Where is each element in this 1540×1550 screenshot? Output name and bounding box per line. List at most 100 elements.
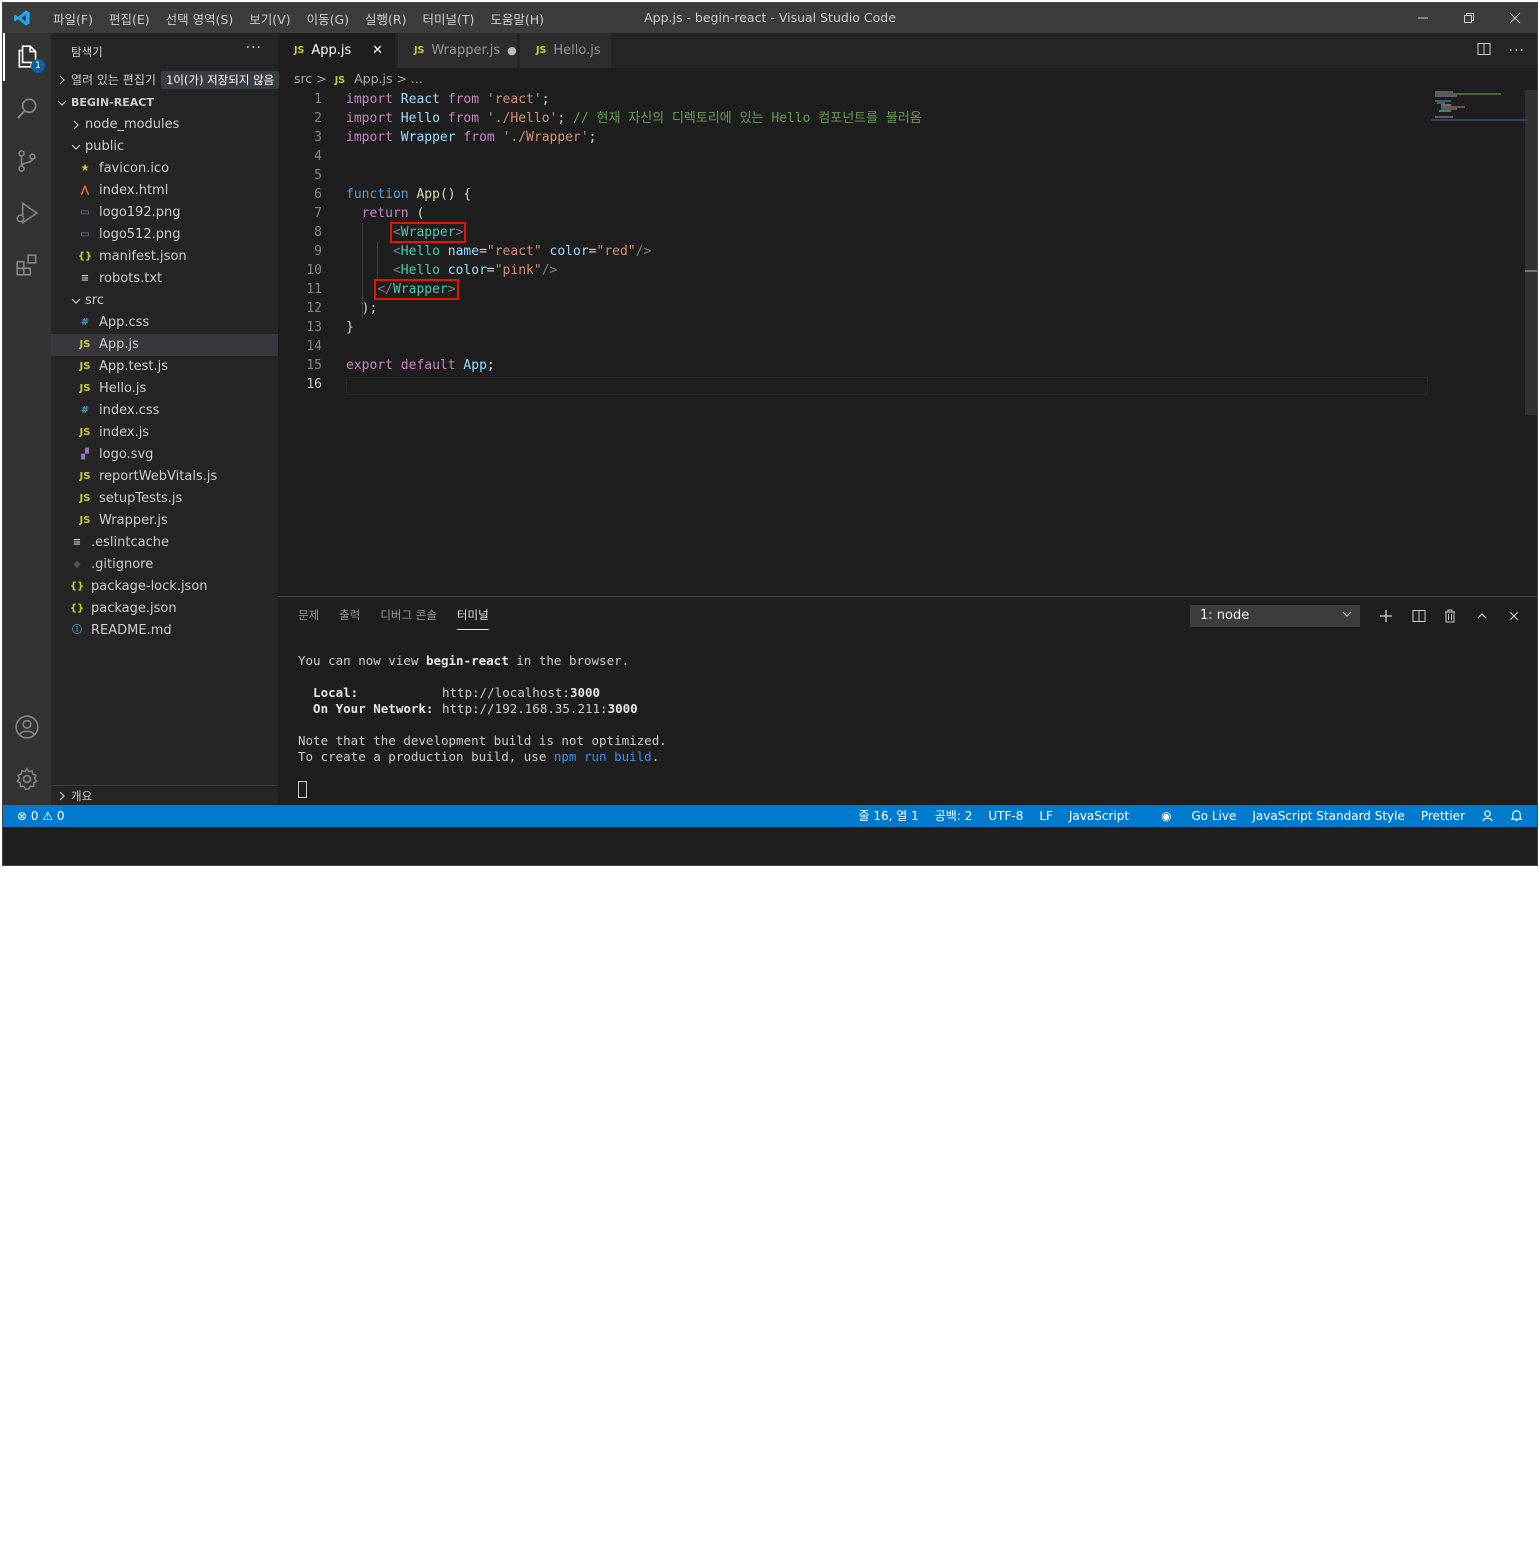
trash-icon (1445, 609, 1455, 623)
close-panel-button[interactable] (1503, 605, 1525, 627)
code-line-1: import React from 'react'; (346, 92, 550, 107)
go-live-button[interactable]: ◉ Go Live (1145, 805, 1236, 827)
tree-folder[interactable]: src (51, 290, 278, 312)
manage-activity[interactable] (3, 755, 51, 803)
cursor-position[interactable]: 줄 16, 열 1 (859, 805, 919, 827)
tree-file[interactable]: JS Wrapper.js (51, 510, 278, 532)
run-debug-activity[interactable] (3, 189, 51, 237)
file-type-icon: ⓘ (72, 625, 82, 636)
extensions-activity[interactable] (3, 241, 51, 289)
tree-file[interactable]: ≡ .eslintcache (51, 532, 278, 554)
tab-hello-js[interactable]: JS Hello.js (520, 33, 612, 68)
notifications-button[interactable] (1510, 805, 1523, 827)
tree-file[interactable]: ▭ logo512.png (51, 224, 278, 246)
project-section[interactable]: BEGIN-REACT (51, 92, 278, 114)
more-actions-button[interactable]: ··· (1509, 43, 1525, 59)
encoding[interactable]: UTF-8 (988, 805, 1023, 827)
minimap[interactable] (1431, 90, 1527, 130)
tree-file[interactable]: # index.css (51, 400, 278, 422)
problems-status[interactable]: ⊗ 0 ⚠ 0 (17, 805, 65, 827)
close-icon (1509, 12, 1521, 24)
restore-button[interactable] (1446, 3, 1492, 33)
file-type-icon: ≡ (80, 273, 90, 284)
tree-file[interactable]: ◆ .gitignore (51, 554, 278, 576)
split-terminal-button[interactable] (1408, 605, 1430, 627)
editor-scrollbar[interactable] (1525, 90, 1537, 415)
close-tab-icon[interactable]: ✕ (372, 43, 383, 58)
menu-run[interactable]: 실행(R) (357, 9, 414, 28)
minimize-button[interactable] (1400, 3, 1446, 33)
menu-file[interactable]: 파일(F) (45, 9, 101, 28)
terminal-output[interactable]: You can now view begin-react in the brow… (298, 653, 667, 798)
tree-folder[interactable]: node_modules (51, 114, 278, 136)
chevron-right-icon (69, 114, 83, 136)
prettier-status[interactable]: Prettier (1421, 805, 1465, 827)
menu-terminal[interactable]: 터미널(T) (415, 9, 483, 28)
tab-label: Hello.js (553, 43, 601, 58)
tab-terminal[interactable]: 터미널 (456, 607, 489, 630)
tree-label: logo192.png (99, 205, 181, 220)
tab-debug-console[interactable]: 디버그 콘솔 (380, 607, 437, 623)
close-window-button[interactable] (1492, 3, 1537, 33)
tree-file[interactable]: ≡ robots.txt (51, 268, 278, 290)
minimize-icon (1418, 17, 1428, 19)
explorer-activity[interactable]: 1 (3, 33, 51, 81)
breadcrumb-folder[interactable]: src (294, 71, 312, 86)
menu-edit[interactable]: 편집(E) (101, 9, 158, 28)
source-control-activity[interactable] (3, 137, 51, 185)
new-terminal-button[interactable] (1375, 605, 1397, 627)
tree-file[interactable]: JS App.test.js (51, 356, 278, 378)
tree-file[interactable]: JS setupTests.js (51, 488, 278, 510)
terminal-select[interactable]: 1: node (1190, 605, 1360, 627)
tree-file[interactable]: {} package.json (51, 598, 278, 620)
menu-view[interactable]: 보기(V) (241, 9, 298, 28)
tree-file[interactable]: ▭ logo192.png (51, 202, 278, 224)
split-editor-button[interactable] (1477, 41, 1491, 60)
tree-file[interactable]: {} package-lock.json (51, 576, 278, 598)
status-bar: ⊗ 0 ⚠ 0 줄 16, 열 1 공백: 2 UTF-8 LF JavaScr… (3, 805, 1537, 827)
indentation[interactable]: 공백: 2 (935, 805, 973, 827)
tree-file[interactable]: JS reportWebVitals.js (51, 466, 278, 488)
language-mode[interactable]: JavaScript (1069, 805, 1129, 827)
tree-file[interactable]: ▞ logo.svg (51, 444, 278, 466)
outline-section[interactable]: 개요 (51, 785, 278, 806)
chevron-down-icon (55, 92, 69, 114)
code-editor[interactable]: 1 2 3 4 5 6 7 8 9 10 11 12 13 14 15 16 import React fro… (278, 90, 1428, 595)
tree-label: logo.svg (99, 447, 154, 462)
menu-selection[interactable]: 선택 영역(S) (158, 9, 242, 28)
menu-go[interactable]: 이동(G) (299, 9, 357, 28)
accounts-activity[interactable] (3, 703, 51, 751)
chevron-down-icon (1342, 605, 1352, 627)
more-actions-button[interactable]: ··· (246, 40, 262, 56)
tab-output[interactable]: 출력 (339, 607, 360, 623)
tree-file[interactable]: ★ favicon.ico (51, 158, 278, 180)
source-control-icon (18, 150, 36, 172)
tree-file[interactable]: JS App.js (51, 334, 278, 356)
tree-label: package.json (91, 601, 177, 616)
tree-file[interactable]: {} manifest.json (51, 246, 278, 268)
tree-file[interactable]: # App.css (51, 312, 278, 334)
standard-style-status[interactable]: JavaScript Standard Style (1252, 805, 1405, 827)
tab-wrapper-js[interactable]: JS Wrapper.js ● (398, 33, 518, 68)
tab-app-js[interactable]: JS App.js ✕ (278, 33, 396, 68)
chevron-up-icon (1477, 613, 1487, 619)
file-type-icon: JS (79, 515, 91, 526)
breadcrumb-rest[interactable]: > ... (396, 71, 422, 86)
tree-label: logo512.png (99, 227, 181, 242)
tree-file[interactable]: ⓘ README.md (51, 620, 278, 642)
kill-terminal-button[interactable] (1439, 605, 1461, 627)
breadcrumb-file[interactable]: App.js (354, 71, 392, 86)
end-of-line[interactable]: LF (1039, 805, 1053, 827)
maximize-panel-button[interactable] (1471, 605, 1493, 627)
tab-problems[interactable]: 문제 (298, 607, 319, 623)
tree-label: index.js (99, 425, 150, 440)
tree-file[interactable]: JS index.js (51, 422, 278, 444)
tree-folder[interactable]: public (51, 136, 278, 158)
chevron-down-icon (69, 290, 83, 312)
open-editors-section[interactable]: 열려 있는 편집기 1이(가) 저장되지 않음 (51, 69, 280, 91)
tree-file[interactable]: ⋀ index.html (51, 180, 278, 202)
menu-help[interactable]: 도움말(H) (482, 9, 552, 28)
feedback-button[interactable] (1481, 805, 1494, 827)
search-activity[interactable] (3, 85, 51, 133)
tree-file[interactable]: JS Hello.js (51, 378, 278, 400)
